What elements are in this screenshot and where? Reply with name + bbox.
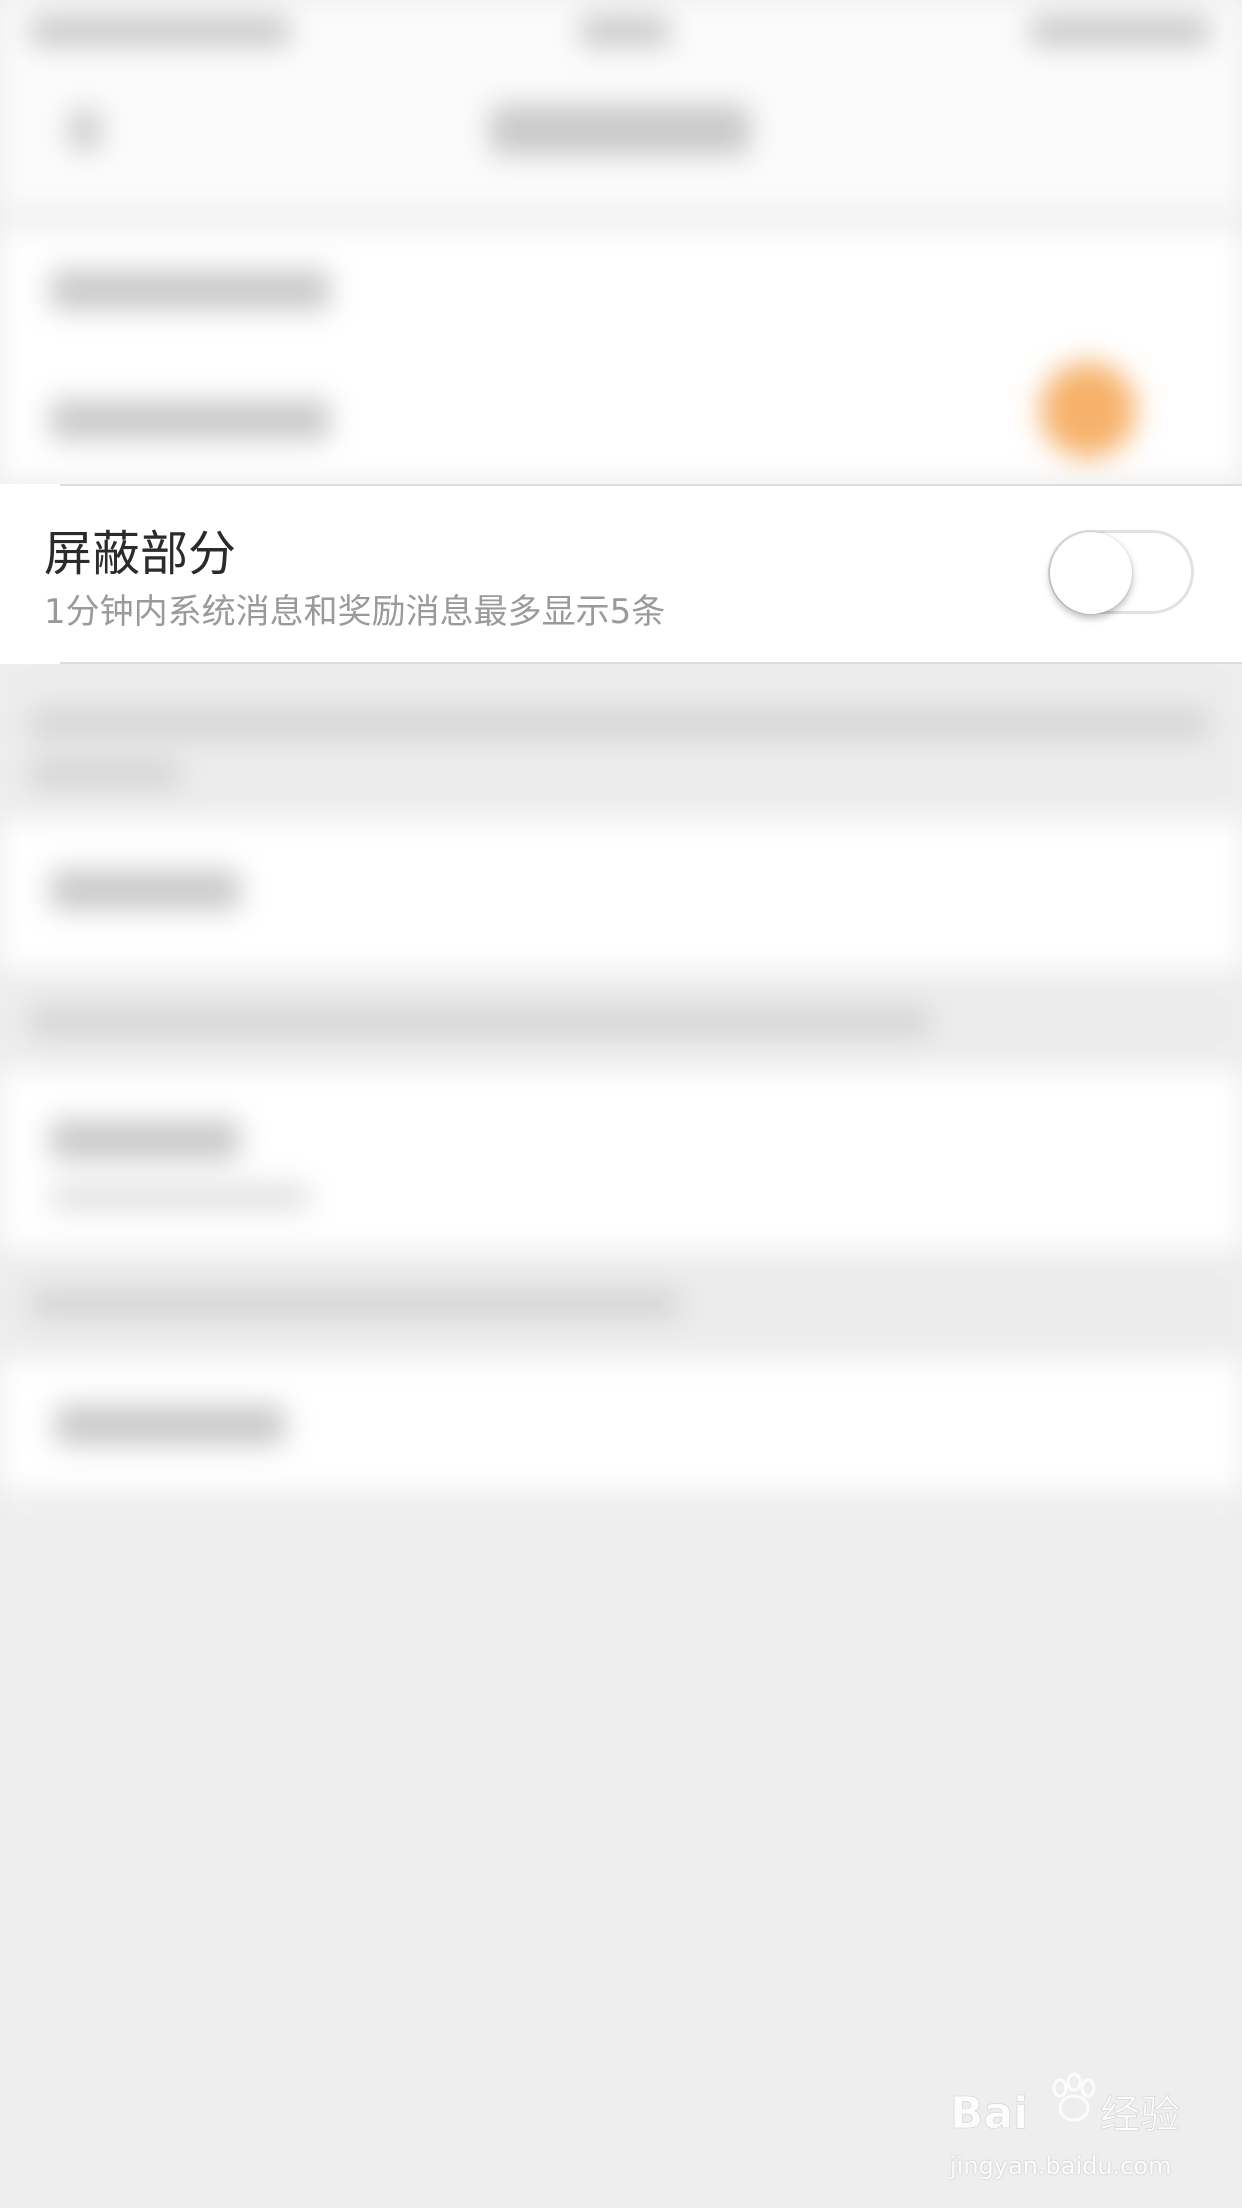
setting-title: 屏蔽部分 [44,526,237,582]
toggle-knob [1050,532,1132,614]
divider [60,484,1242,486]
setting-row-block-partial: 屏蔽部分 1分钟内系统消息和奖励消息最多显示5条 [0,484,1242,664]
svg-text:Bai: Bai [950,2088,1028,2139]
settings-group-2 [0,820,1242,970]
blurred-toggle-on [1040,362,1136,458]
section-gap [0,1250,1242,1360]
setting-description: 1分钟内系统消息和奖励消息最多显示5条 [44,592,666,632]
svg-text:经验: 经验 [1100,2092,1180,2138]
baidu-jingyan-watermark: Bai 经验 jingyan.baidu.com [950,2070,1190,2180]
status-bar [0,0,1242,60]
divider [60,662,1242,664]
baidu-logo-icon: Bai 经验 [950,2072,1180,2139]
settings-group-4 [0,1360,1242,1490]
nav-bar [0,60,1242,210]
settings-group-3 [0,1070,1242,1250]
block-partial-toggle[interactable] [1048,530,1194,614]
watermark-url: jingyan.baidu.com [950,2152,1172,2180]
blurred-background [0,0,1242,2208]
section-gap [0,970,1242,1070]
section-gap [0,660,1242,820]
